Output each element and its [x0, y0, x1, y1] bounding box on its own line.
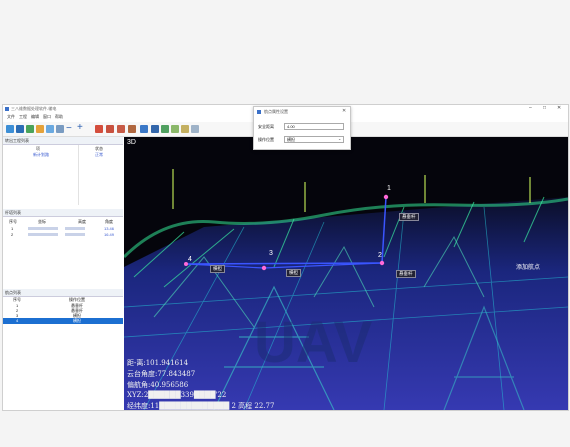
3d-viewport[interactable]: UAV 3D 1 2 3 4 悬垂杆 悬垂杆 横担 横担 添加航点 距-离:10…: [124, 137, 568, 410]
tower-col-index: 序号: [9, 219, 17, 224]
point-select-icon[interactable]: [140, 125, 148, 133]
minus-icon[interactable]: −: [66, 123, 72, 134]
safe-distance-input[interactable]: 4.00: [284, 123, 344, 130]
tower-row-index: 1: [11, 226, 14, 231]
tower-col-angle: 角度: [105, 219, 113, 224]
pen-icon[interactable]: [181, 125, 189, 133]
tower-row-height-blurred: [65, 227, 85, 230]
tower-edit-icon[interactable]: [106, 125, 114, 133]
maximize-icon[interactable]: □: [543, 105, 546, 111]
tower-col-height: 高度: [78, 219, 86, 224]
tower-row-index: 2: [11, 232, 14, 237]
tower-col-coord: 坐标: [38, 219, 46, 224]
point-2-number: 2: [378, 252, 382, 259]
point-index: 4: [16, 318, 19, 323]
watermark-text: UAV: [254, 310, 372, 375]
route-icon[interactable]: [128, 125, 136, 133]
plus-icon[interactable]: +: [77, 122, 83, 133]
point-1-label[interactable]: 悬垂杆: [399, 213, 419, 221]
minimize-icon[interactable]: –: [529, 105, 532, 111]
menu-file[interactable]: 文件: [7, 114, 15, 120]
chevron-down-icon[interactable]: ⌄: [338, 136, 341, 141]
operation-position-label: 操作位置: [258, 137, 274, 142]
project-panel-header: 转出工程列表: [3, 137, 123, 145]
app-window: 三八维数据处理软件-输电 – □ ✕ 文件 工程 编辑 窗口 帮助 − + 转出…: [2, 104, 569, 411]
close-icon[interactable]: ✕: [557, 105, 561, 111]
point-3-number: 3: [269, 250, 273, 257]
open-file-icon[interactable]: [6, 125, 14, 133]
tower-icon[interactable]: [95, 125, 103, 133]
tower-panel-header: 杆塔列表: [3, 209, 123, 217]
tower-row-value: 16.49: [104, 232, 115, 237]
point-op: 横担: [73, 318, 81, 323]
app-title: 三八维数据处理软件-输电: [11, 106, 57, 111]
point-2-label[interactable]: 悬垂杆: [396, 270, 416, 278]
fit-view-icon[interactable]: [191, 125, 199, 133]
layer-icon[interactable]: [26, 125, 34, 133]
table-row[interactable]: 2 16.49: [3, 232, 123, 237]
tower-panel-title: 杆塔列表: [5, 210, 21, 215]
project-row-name: 新计划路: [33, 152, 49, 157]
points-panel-title: 航点列表: [5, 290, 21, 295]
operation-position-select[interactable]: 横担: [284, 136, 344, 143]
list-item-selected[interactable]: 4 横担: [3, 318, 123, 324]
hud-yaw-angle: 偏航角:40.956586: [127, 381, 189, 389]
point-4-number: 4: [188, 256, 192, 263]
project-col-divider: [78, 145, 79, 205]
table-row[interactable]: 1 13.46: [3, 226, 123, 231]
waypoint-icon[interactable]: [161, 125, 169, 133]
save-icon[interactable]: [16, 125, 24, 133]
view-mode-label: 3D: [127, 139, 136, 146]
hud-distance: 距-离:101.941614: [127, 359, 189, 367]
menu-window[interactable]: 窗口: [43, 114, 51, 120]
tower-row-coord-blurred: [28, 227, 58, 230]
add-waypoint-label[interactable]: 添加航点: [516, 262, 540, 271]
project-row-status: 正常: [95, 152, 103, 157]
dialog-close-icon[interactable]: ✕: [342, 108, 346, 114]
tower-row-coord-blurred: [28, 233, 58, 236]
waypoint-property-dialog: 航点属性设置 ✕ 安全距离 4.00 操作位置 横担 ⌄: [253, 106, 351, 150]
project-panel-title: 转出工程列表: [5, 138, 29, 143]
dialog-icon: [257, 110, 261, 114]
app-logo-icon: [5, 107, 9, 111]
wire-icon[interactable]: [117, 125, 125, 133]
point-4-label[interactable]: 横担: [210, 265, 225, 273]
safe-distance-label: 安全距离: [258, 124, 274, 129]
point-3-label[interactable]: 横担: [286, 269, 301, 277]
points-panel-header: 航点列表: [3, 289, 123, 297]
dialog-title: 航点属性设置: [264, 109, 288, 114]
hud-gimbal-angle: 云台角度:77.843487: [127, 370, 196, 378]
person-icon[interactable]: [36, 125, 44, 133]
hud-latlon: 经纬度:11█████████████ 2 高程 22.77: [127, 402, 275, 410]
select-icon[interactable]: [46, 125, 54, 133]
menu-edit[interactable]: 编辑: [31, 114, 39, 120]
point-add-icon[interactable]: [151, 125, 159, 133]
tower-row-value: 13.46: [104, 226, 115, 231]
ruler-icon[interactable]: [171, 125, 179, 133]
tower-row-height-blurred: [65, 233, 85, 236]
project-row[interactable]: 新计划路 正常: [3, 152, 123, 158]
menu-project[interactable]: 工程: [19, 114, 27, 120]
tool-icon[interactable]: [56, 125, 64, 133]
point-1-number: 1: [387, 185, 391, 192]
menu-help[interactable]: 帮助: [55, 114, 63, 120]
hud-xyz: XYZ:2██████339████'22: [127, 391, 227, 399]
